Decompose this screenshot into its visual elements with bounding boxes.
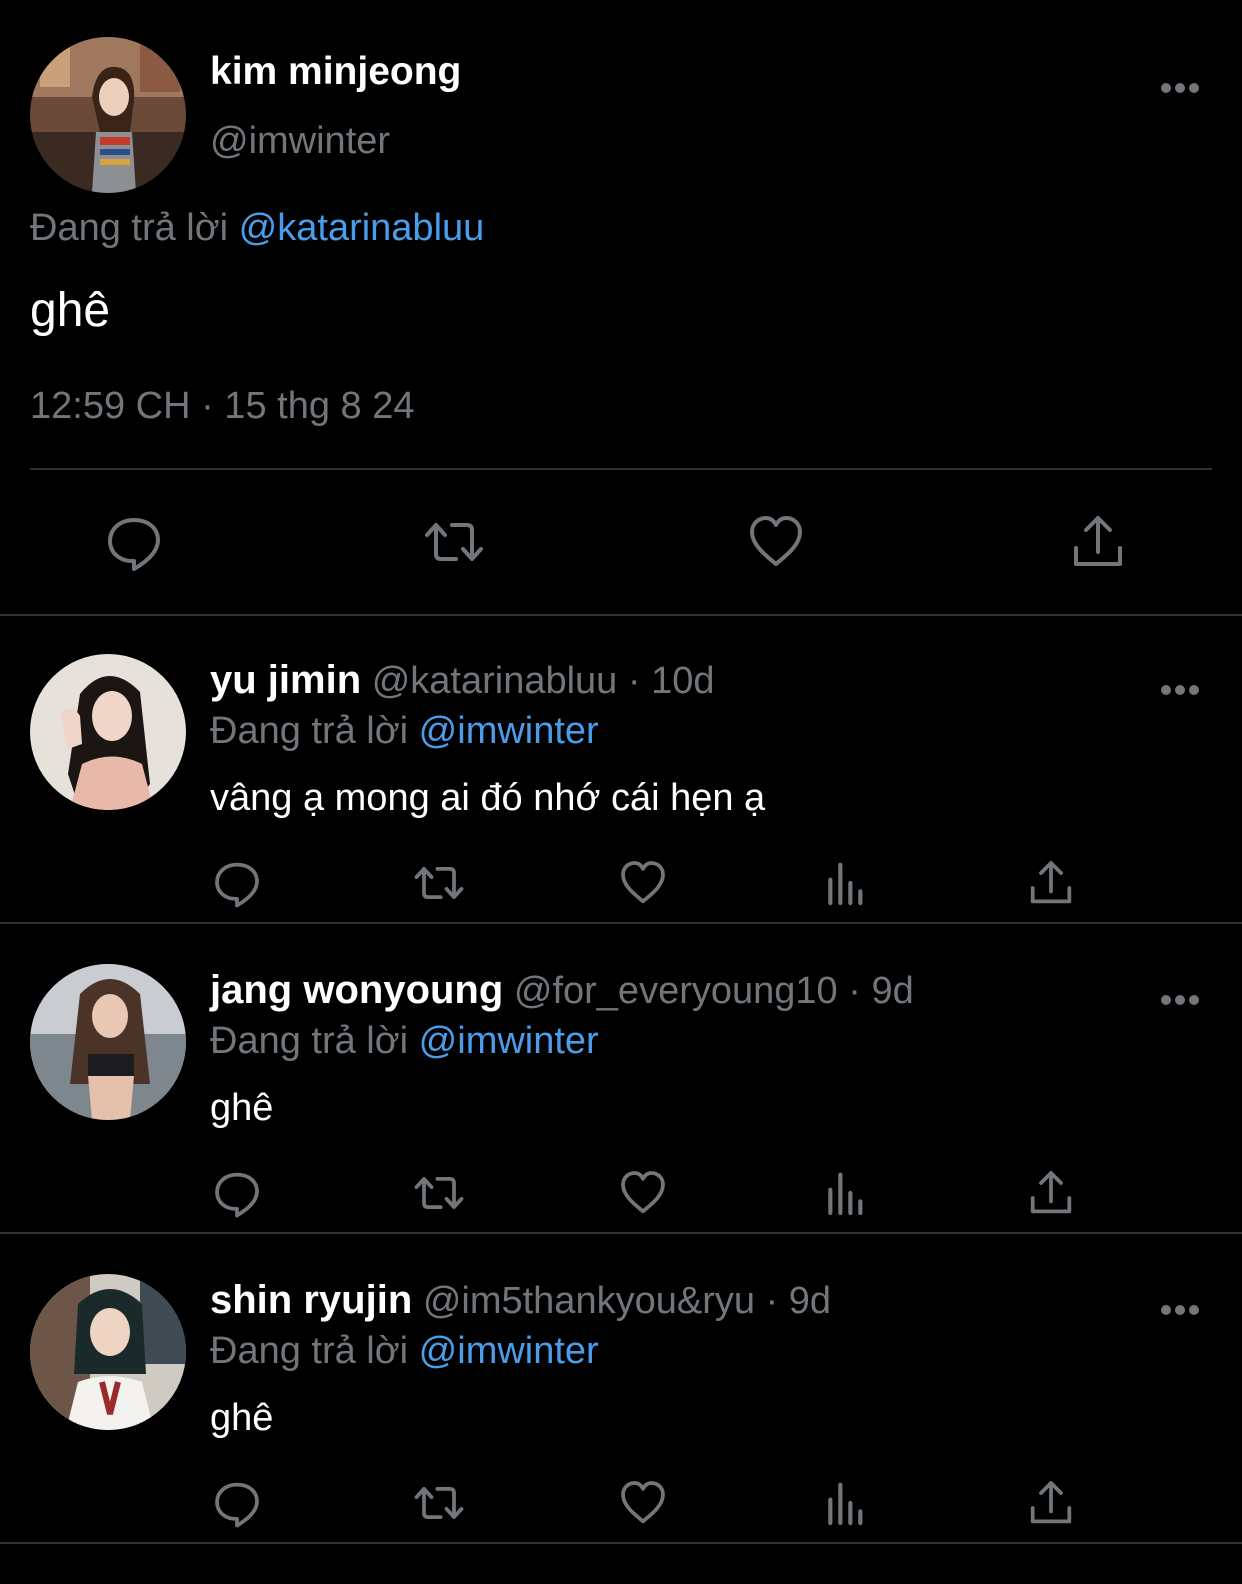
divider [30, 468, 1212, 470]
tweet-text: ghê [210, 1397, 274, 1439]
like-button[interactable] [618, 858, 668, 908]
share-button[interactable] [1026, 858, 1076, 908]
retweet-icon [425, 523, 483, 561]
more-options-icon[interactable] [1156, 672, 1204, 708]
analytics-icon [828, 1172, 863, 1216]
separator: · [627, 660, 641, 702]
share-icon [1030, 861, 1072, 904]
retweet-button[interactable] [424, 512, 484, 572]
reply-header: jang wonyoung @for_everyoung10 · 9d [210, 968, 914, 1013]
avatar-shin-ryujin[interactable] [30, 1274, 186, 1430]
author-name[interactable]: shin ryujin [210, 1278, 412, 1322]
tweet-text: ghê [210, 1087, 274, 1129]
retweet-button[interactable] [414, 1168, 464, 1218]
replying-mention[interactable]: @imwinter [419, 710, 599, 752]
relative-time[interactable]: 9d [789, 1280, 831, 1322]
replying-mention[interactable]: @katarinabluu [239, 207, 485, 249]
replying-to-line: Đang trả lời @imwinter [210, 710, 599, 753]
reply-tweet[interactable]: jang wonyoung @for_everyoung10 · 9d Đang… [0, 924, 1242, 1234]
author-name[interactable]: jang wonyoung [210, 968, 503, 1012]
separator: · [848, 970, 861, 1012]
tweet-text: ghê [30, 284, 111, 337]
replying-to-line: Đang trả lời @katarinabluu [30, 207, 484, 250]
reply-button[interactable] [104, 512, 164, 572]
replying-mention[interactable]: @imwinter [419, 1330, 599, 1372]
like-icon [750, 516, 802, 566]
share-button[interactable] [1026, 1478, 1076, 1528]
author-handle[interactable]: @for_everyoung10 [514, 970, 838, 1012]
analytics-icon [828, 1482, 863, 1526]
author-handle[interactable]: @imwinter [210, 120, 390, 163]
like-icon [621, 1171, 665, 1214]
share-button[interactable] [1026, 1168, 1076, 1218]
main-tweet: kim minjeong @imwinter Đang trả lời @kat… [0, 0, 1242, 616]
retweet-icon [414, 1176, 464, 1210]
retweet-button[interactable] [414, 858, 464, 908]
reply-button[interactable] [212, 1478, 262, 1528]
analytics-icon [828, 862, 863, 906]
share-icon [1030, 1481, 1072, 1524]
reply-icon [215, 1482, 259, 1528]
share-button[interactable] [1068, 512, 1128, 572]
share-icon [1074, 516, 1122, 566]
analytics-button[interactable] [822, 858, 872, 908]
like-icon [621, 1481, 665, 1524]
more-options-icon[interactable] [1156, 982, 1204, 1018]
relative-time[interactable]: 10d [651, 660, 714, 702]
reply-icon [108, 518, 160, 571]
more-options-icon[interactable] [1156, 70, 1204, 106]
retweet-button[interactable] [414, 1478, 464, 1528]
replying-mention[interactable]: @imwinter [419, 1020, 599, 1062]
retweet-icon [414, 1486, 464, 1520]
relative-time[interactable]: 9d [871, 970, 913, 1012]
avatar-kim-minjeong[interactable] [30, 37, 186, 193]
replying-label: Đang trả lời [210, 1020, 409, 1062]
reply-icon [215, 1172, 259, 1218]
author-name[interactable]: yu jimin [210, 658, 361, 702]
separator: · [765, 1280, 779, 1322]
reply-button[interactable] [212, 1168, 262, 1218]
reply-header: shin ryujin @im5thankyou&ryu · 9d [210, 1278, 831, 1323]
like-icon [621, 861, 665, 904]
avatar-yu-jimin[interactable] [30, 654, 186, 810]
analytics-button[interactable] [822, 1478, 872, 1528]
share-icon [1030, 1171, 1072, 1214]
replying-label: Đang trả lời [210, 1330, 409, 1372]
avatar-jang-wonyoung[interactable] [30, 964, 186, 1120]
like-button[interactable] [618, 1168, 668, 1218]
like-button[interactable] [618, 1478, 668, 1528]
like-button[interactable] [746, 512, 806, 572]
replying-to-line: Đang trả lời @imwinter [210, 1330, 599, 1373]
retweet-icon [414, 866, 464, 900]
tweet-timestamp[interactable]: 12:59 CH · 15 thg 8 24 [30, 385, 414, 428]
author-handle[interactable]: @katarinabluu [372, 660, 618, 702]
reply-tweet[interactable]: yu jimin @katarinabluu · 10d Đang trả lờ… [0, 614, 1242, 924]
replying-to-line: Đang trả lời @imwinter [210, 1020, 599, 1063]
reply-tweet[interactable]: shin ryujin @im5thankyou&ryu · 9d Đang t… [0, 1234, 1242, 1544]
more-options-icon[interactable] [1156, 1292, 1204, 1328]
reply-button[interactable] [212, 858, 262, 908]
replying-label: Đang trả lời [30, 207, 229, 249]
author-name[interactable]: kim minjeong [210, 50, 461, 94]
reply-header: yu jimin @katarinabluu · 10d [210, 658, 715, 703]
tweet-text: vâng ạ mong ai đó nhớ cái hẹn ạ [210, 777, 766, 819]
reply-icon [215, 862, 259, 908]
analytics-button[interactable] [822, 1168, 872, 1218]
replying-label: Đang trả lời [210, 710, 409, 752]
author-handle[interactable]: @im5thankyou&ryu [423, 1280, 755, 1322]
